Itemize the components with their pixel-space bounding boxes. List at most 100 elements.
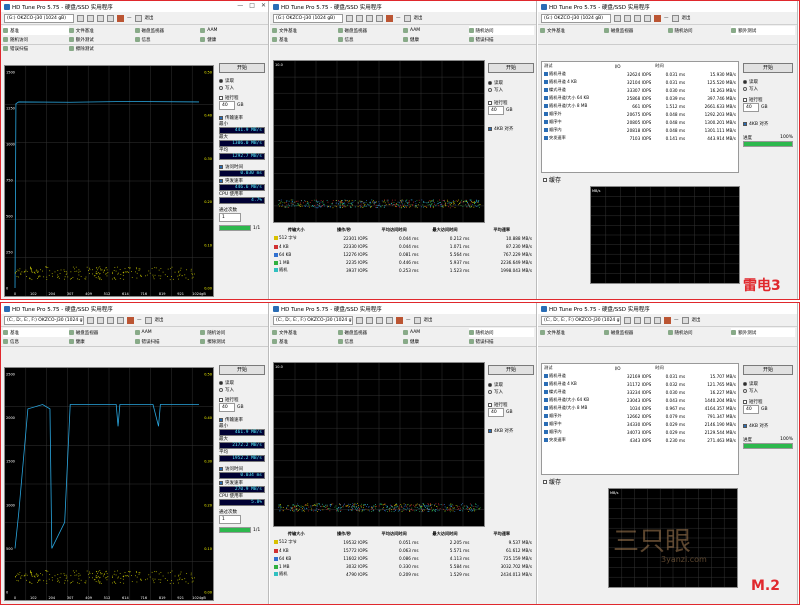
row-label[interactable]: 64 KB: [273, 250, 319, 258]
exit-button[interactable]: 退出: [414, 15, 423, 21]
test-name[interactable]: 随机寻道: [542, 372, 613, 380]
tab-aam[interactable]: AAM: [134, 328, 201, 337]
exit-icon[interactable]: [681, 316, 689, 324]
exit-icon[interactable]: [403, 14, 411, 22]
save-icon[interactable]: [376, 14, 383, 22]
checkbox-icon[interactable]: [544, 414, 548, 418]
short-stroke-checkbox[interactable]: 短行程: [743, 398, 793, 405]
passes-input[interactable]: 1: [219, 213, 241, 222]
exit-icon[interactable]: [413, 316, 421, 324]
write-radio[interactable]: 写入: [743, 85, 793, 92]
test-name[interactable]: 随机寻道/大小 8 MB: [542, 404, 613, 412]
tab-erase[interactable]: 擦除测试: [200, 337, 266, 346]
exit-icon[interactable]: [134, 14, 142, 22]
read-radio[interactable]: 读取: [743, 380, 793, 387]
tab-error-scan[interactable]: 错误扫描: [134, 337, 201, 346]
test-name[interactable]: 顺序中: [542, 118, 613, 126]
checkbox-icon[interactable]: [544, 112, 548, 116]
checkbox-icon[interactable]: [544, 72, 548, 76]
checkbox-icon[interactable]: [544, 136, 548, 140]
drive-select[interactable]: (G:) OKZCO-J30 (1024 gB): [273, 13, 343, 23]
test-name[interactable]: 随机寻道: [542, 70, 613, 78]
access-time-checkbox[interactable]: 访问时间: [219, 465, 265, 472]
tab-aam[interactable]: AAM: [403, 328, 469, 337]
tab-random-access[interactable]: 随机访问: [468, 328, 534, 337]
tab-random-access[interactable]: 随机访问: [667, 328, 732, 337]
tab-error-scan[interactable]: 错误扫描: [468, 35, 535, 44]
tab-file-benchmark[interactable]: 文件基准: [272, 26, 338, 35]
write-radio[interactable]: 写入: [488, 86, 534, 93]
maximize-icon[interactable]: □: [249, 2, 255, 9]
camera-icon[interactable]: [107, 316, 114, 324]
tab-file-benchmark[interactable]: 文件基准: [272, 328, 338, 337]
tab-random-access[interactable]: 随机访问: [468, 26, 534, 35]
tab-benchmark[interactable]: 基准: [3, 26, 69, 35]
short-stroke-input[interactable]: 40: [219, 403, 235, 412]
short-stroke-checkbox[interactable]: 短行程: [743, 96, 793, 103]
save-icon[interactable]: [644, 14, 651, 22]
checkbox-icon[interactable]: [544, 438, 548, 442]
short-stroke-input[interactable]: 40: [488, 106, 504, 115]
write-radio[interactable]: 写入: [219, 386, 265, 393]
transfer-rate-checkbox[interactable]: 传输速率: [219, 114, 265, 121]
burst-rate-checkbox[interactable]: 突发速率: [219, 479, 265, 486]
camera-icon[interactable]: [376, 316, 383, 324]
row-label[interactable]: 随机: [273, 266, 319, 274]
test-name[interactable]: 蝶式寻道: [542, 388, 613, 396]
test-name[interactable]: 随机寻道/大小 64 KB: [542, 396, 613, 404]
short-stroke-input[interactable]: 40: [743, 405, 759, 414]
drive-select[interactable]: (C:, D:, E:, F:) OKZCO-J30 (1024 gB): [4, 315, 84, 325]
exit-button[interactable]: 退出: [692, 317, 701, 323]
camera-icon[interactable]: [97, 14, 104, 22]
exit-icon[interactable]: [671, 14, 679, 22]
camera-icon[interactable]: [644, 316, 651, 324]
tab-disk-monitor[interactable]: 磁盘监视器: [603, 328, 668, 337]
tab-error-scan[interactable]: 错误扫描: [468, 337, 535, 346]
test-name[interactable]: 蝶式寻道: [542, 86, 613, 94]
test-name[interactable]: 突发速率: [542, 436, 613, 444]
write-radio[interactable]: 写入: [743, 387, 793, 394]
short-stroke-input[interactable]: 40: [219, 101, 235, 110]
short-stroke-input[interactable]: 40: [743, 103, 759, 112]
align-checkbox[interactable]: 4KB 对齐: [488, 427, 534, 434]
checkbox-icon[interactable]: [544, 80, 548, 84]
checkbox-icon[interactable]: [544, 128, 548, 132]
tab-info[interactable]: 信息: [3, 337, 69, 346]
save-icon[interactable]: [654, 316, 661, 324]
short-stroke-checkbox[interactable]: 短行程: [488, 99, 534, 106]
start-button[interactable]: 开始: [488, 365, 534, 375]
test-name[interactable]: 随机寻道/大小 64 KB: [542, 94, 613, 102]
short-stroke-checkbox[interactable]: 短行程: [219, 396, 265, 403]
refresh-icon[interactable]: [77, 14, 84, 22]
read-radio[interactable]: 读取: [219, 379, 265, 386]
tab-health[interactable]: 健康: [403, 35, 469, 44]
checkbox-icon[interactable]: [544, 88, 548, 92]
refresh-icon[interactable]: [614, 14, 621, 22]
checkbox-icon[interactable]: [544, 406, 548, 410]
camera-icon[interactable]: [634, 14, 641, 22]
tab-disk-monitor[interactable]: 磁盘监视器: [603, 26, 668, 35]
test-name[interactable]: 突发速率: [542, 134, 613, 142]
exit-button[interactable]: 退出: [155, 317, 164, 323]
tab-aam[interactable]: AAM: [200, 26, 266, 35]
exit-button[interactable]: 退出: [682, 15, 691, 21]
drive-select[interactable]: (C:, D:, E:, F:) OKZCO-J30 (1024 gB): [541, 315, 621, 325]
tab-health[interactable]: 健康: [68, 337, 135, 346]
copy-icon[interactable]: [87, 14, 94, 22]
row-label[interactable]: 1 MB: [273, 258, 319, 266]
checkbox-icon[interactable]: [544, 422, 548, 426]
tab-benchmark[interactable]: 基准: [3, 328, 69, 337]
test-name[interactable]: 顺序中: [542, 420, 613, 428]
checkbox-icon[interactable]: [544, 398, 548, 402]
short-stroke-checkbox[interactable]: 短行程: [219, 94, 265, 101]
save-icon[interactable]: [107, 14, 114, 22]
checkbox-icon[interactable]: [544, 120, 548, 124]
tab-extra-tests[interactable]: 额外测试: [731, 328, 795, 337]
tab-benchmark[interactable]: 基准: [272, 337, 338, 346]
test-name[interactable]: 顺序外: [542, 412, 613, 420]
checkbox-icon[interactable]: [544, 96, 548, 100]
write-radio[interactable]: 写入: [219, 84, 265, 91]
cache-checkbox[interactable]: 缓存: [543, 176, 561, 184]
burst-rate-checkbox[interactable]: 突发速率: [219, 177, 265, 184]
checkbox-icon[interactable]: [544, 374, 548, 378]
